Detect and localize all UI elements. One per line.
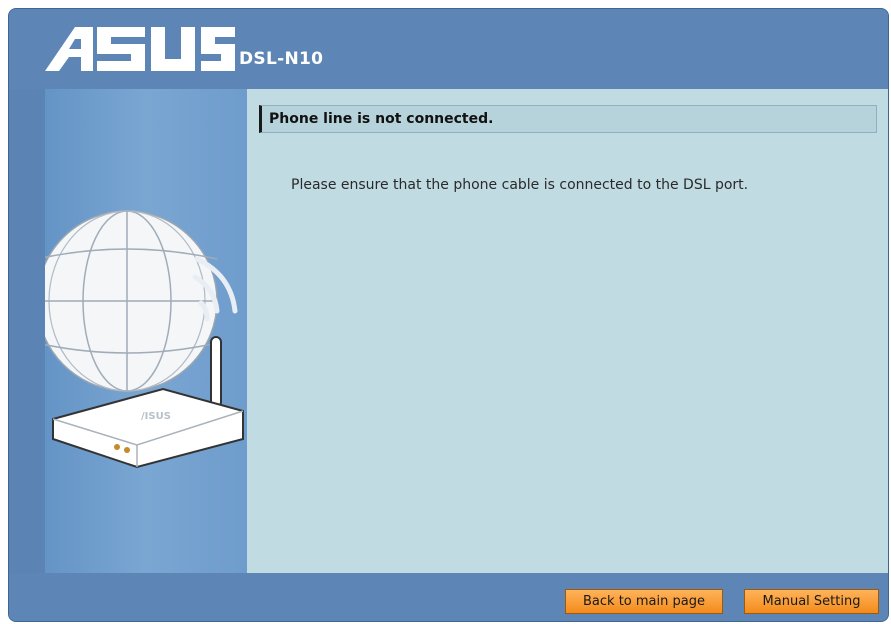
footer-bar: Back to main page Manual Setting <box>9 573 888 621</box>
router-globe-icon: /ISUS <box>45 210 244 469</box>
status-message: Please ensure that the phone cable is co… <box>291 177 749 193</box>
app-window: DSL-N10 /ISUS Phone line is not connecte… <box>8 8 889 622</box>
asus-logo <box>45 27 235 71</box>
sidebar-illustration: /ISUS <box>45 89 247 573</box>
main-content: Phone line is not connected. Please ensu… <box>247 89 888 573</box>
model-name: DSL-N10 <box>239 49 324 69</box>
header: DSL-N10 <box>9 9 888 89</box>
manual-setting-button[interactable]: Manual Setting <box>744 589 879 614</box>
status-title: Phone line is not connected. <box>269 111 494 127</box>
status-title-bar: Phone line is not connected. <box>259 105 877 133</box>
back-to-main-page-button[interactable]: Back to main page <box>565 589 723 614</box>
svg-text:/ISUS: /ISUS <box>141 411 171 422</box>
